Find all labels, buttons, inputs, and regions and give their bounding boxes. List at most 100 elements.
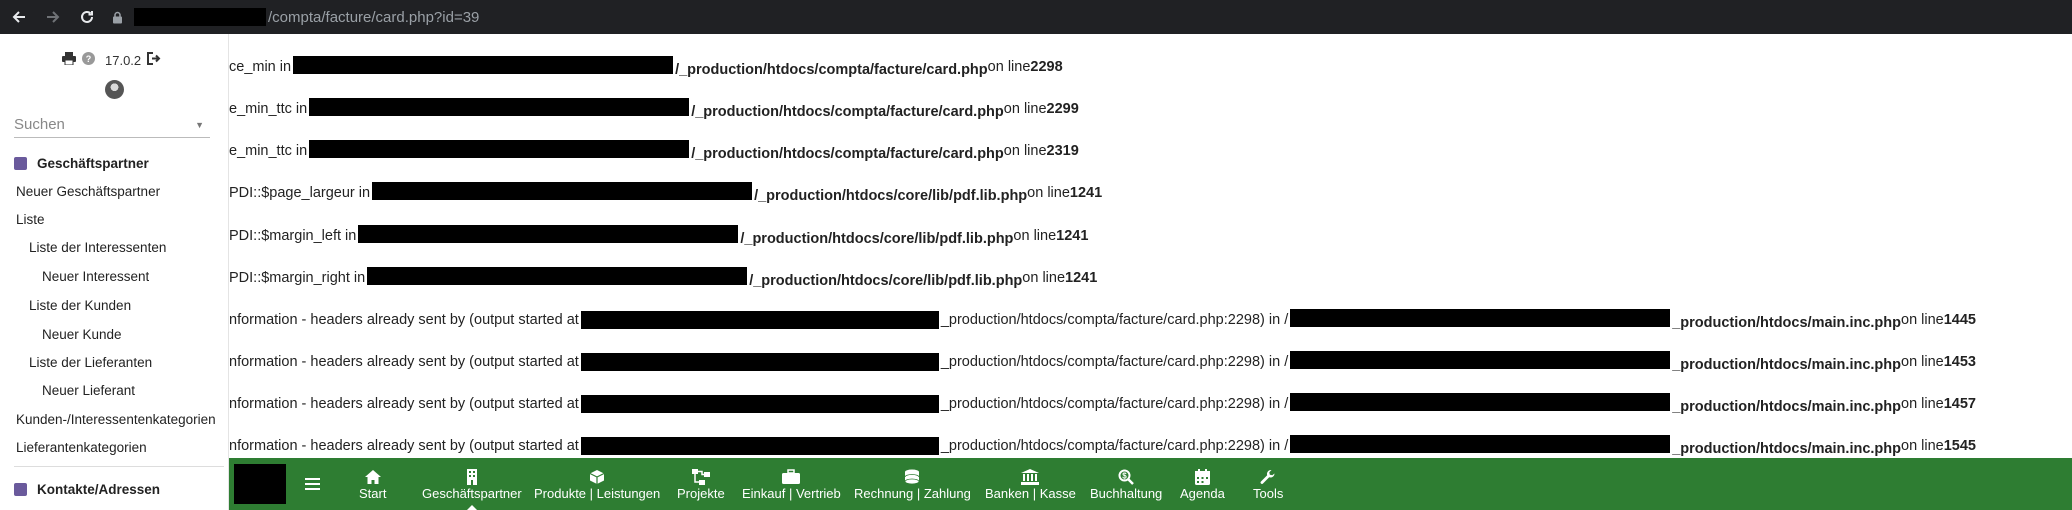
sidebar-item-supplier-categories[interactable]: Lieferantenkategorien [16, 440, 147, 455]
error-prefix: PDI::$margin_right in [229, 270, 366, 286]
nav-banken[interactable]: Banken | Kasse [985, 462, 1076, 506]
help-icon[interactable]: ? [82, 52, 95, 68]
home-icon [364, 468, 382, 486]
sidebar-item-new-prospect[interactable]: Neuer Interessent [42, 269, 149, 284]
redacted-path [1290, 351, 1671, 369]
error-line: nformation - headers already sent by (ou… [229, 351, 1976, 373]
building-icon [14, 157, 27, 170]
browser-toolbar: /compta/facture/card.php?id=39 [0, 0, 2072, 34]
search-dollar-icon: $ [1118, 468, 1135, 486]
error-on-line: on line [1003, 143, 1047, 159]
menu-divider [14, 466, 224, 467]
chevron-down-icon: ▼ [195, 119, 204, 130]
menu-section-label: Kontakte/Adressen [37, 482, 161, 497]
error-on-line: on line [1901, 312, 1944, 328]
error-on-line: on line [1027, 185, 1070, 201]
nav-buchhaltung[interactable]: $ Buchhaltung [1090, 462, 1162, 506]
hamburger-menu-icon[interactable] [294, 464, 330, 504]
error-line-number: 1241 [1065, 270, 1098, 286]
menu-section-geschaeftspartner[interactable]: Geschäftspartner [14, 156, 149, 171]
error-file: _production/htdocs/compta/facture/card.p… [679, 62, 988, 78]
menu-section-label: Geschäftspartner [37, 156, 149, 171]
nav-geschaeftspartner[interactable]: Geschäftspartner [422, 462, 522, 510]
error-file: _production/htdocs/core/lib/pdf.lib.php [744, 231, 1014, 247]
building-icon [466, 468, 478, 486]
error-line-number: 1545 [1943, 438, 1976, 454]
version-label: 17.0.2 [105, 52, 142, 68]
error-on-line: on line [987, 59, 1031, 75]
error-file: _production/htdocs/main.inc.php [1672, 441, 1901, 457]
error-prefix: nformation - headers already sent by (ou… [229, 354, 579, 370]
error-prefix: ce_min in [229, 59, 292, 75]
redacted-path [580, 437, 939, 455]
error-file: _production/htdocs/main.inc.php [1672, 399, 1901, 415]
sidebar-item-list[interactable]: Liste [16, 212, 45, 227]
error-prefix: e_min_ttc in [229, 101, 308, 117]
error-line-number: 1241 [1069, 185, 1103, 201]
error-on-line: on line [1003, 101, 1047, 117]
sidebar-item-new-supplier[interactable]: Neuer Lieferant [42, 383, 135, 398]
redacted-host [134, 8, 266, 26]
company-logo[interactable] [234, 464, 286, 504]
reload-icon [81, 10, 93, 23]
error-on-line: on line [1022, 270, 1066, 286]
error-line: PDI::$margin_left in /_production/htdocs… [229, 225, 1088, 247]
menu-section-contacts[interactable]: Kontakte/Adressen [14, 482, 160, 497]
nav-start[interactable]: Start [359, 462, 386, 506]
redacted-path [580, 395, 939, 413]
sidebar-item-prospects-list[interactable]: Liste der Interessenten [29, 240, 166, 255]
back-button[interactable] [4, 2, 34, 32]
search-input[interactable]: Suchen ▼ [14, 112, 210, 138]
error-prefix: PDI::$margin_left in [229, 228, 357, 244]
error-prefix: nformation - headers already sent by (ou… [229, 312, 579, 328]
url-path: /compta/facture/card.php?id=39 [268, 8, 480, 26]
sidebar-item-new-partner[interactable]: Neuer Geschäftspartner [16, 184, 160, 199]
calendar-icon [1194, 468, 1210, 486]
redacted-path [580, 353, 939, 371]
avatar[interactable] [105, 80, 124, 99]
error-line: e_min_ttc in /_production/htdocs/compta/… [229, 98, 1079, 120]
nav-einkauf[interactable]: Einkauf | Vertrieb [742, 462, 841, 506]
error-file: _production/htdocs/compta/facture/card.p… [695, 146, 1004, 162]
wrench-icon [1260, 468, 1276, 486]
left-sidebar: ? 17.0.2 Suchen ▼ Geschäftspartner Neuer… [0, 34, 229, 510]
reload-button[interactable] [72, 2, 102, 32]
sidebar-item-suppliers-list[interactable]: Liste der Lieferanten [29, 355, 152, 370]
error-line: PDI::$page_largeur in /_production/htdoc… [229, 182, 1102, 204]
nav-produkte[interactable]: Produkte | Leistungen [534, 462, 660, 506]
error-on-line: on line [1901, 396, 1944, 412]
error-line-number: 2298 [1030, 59, 1063, 75]
nav-projekte[interactable]: Projekte [677, 462, 725, 506]
error-origin: _production/htdocs/compta/facture/card.p… [940, 438, 1289, 454]
print-icon[interactable] [62, 52, 76, 68]
redacted-path [1290, 435, 1671, 453]
error-origin: _production/htdocs/compta/facture/card.p… [940, 396, 1289, 412]
nav-rechnung[interactable]: Rechnung | Zahlung [854, 462, 971, 506]
arrow-left-icon [12, 11, 25, 23]
search-placeholder: Suchen [14, 116, 65, 133]
error-origin: _production/htdocs/compta/facture/card.p… [940, 354, 1289, 370]
logout-icon[interactable] [147, 52, 161, 68]
redacted-path [367, 267, 748, 285]
lock-icon [112, 10, 126, 24]
nav-label: Start [359, 485, 387, 501]
sidebar-item-customer-categories[interactable]: Kunden-/Interessentenkategorien [16, 412, 224, 427]
error-origin: _production/htdocs/compta/facture/card.p… [940, 312, 1289, 328]
nav-label: Produkte | Leistungen [534, 485, 661, 501]
nav-label: Geschäftspartner [422, 485, 522, 501]
error-prefix: PDI::$page_largeur in [229, 185, 371, 201]
error-line-number: 1453 [1943, 354, 1976, 370]
sidebar-item-new-customer[interactable]: Neuer Kunde [42, 327, 122, 342]
sidebar-tools: ? 17.0.2 [62, 52, 161, 68]
address-bar[interactable]: /compta/facture/card.php?id=39 [112, 4, 479, 30]
nav-agenda[interactable]: Agenda [1180, 462, 1225, 506]
nav-label: Agenda [1180, 485, 1225, 501]
nav-tools[interactable]: Tools [1253, 462, 1283, 506]
redacted-path [1290, 393, 1671, 411]
error-line: nformation - headers already sent by (ou… [229, 309, 1976, 331]
error-file: _production/htdocs/core/lib/pdf.lib.php [753, 273, 1023, 289]
forward-button[interactable] [38, 2, 68, 32]
nav-label: Buchhaltung [1090, 485, 1163, 501]
sidebar-item-customers-list[interactable]: Liste der Kunden [29, 298, 131, 313]
error-line: ce_min in /_production/htdocs/compta/fac… [229, 56, 1063, 78]
